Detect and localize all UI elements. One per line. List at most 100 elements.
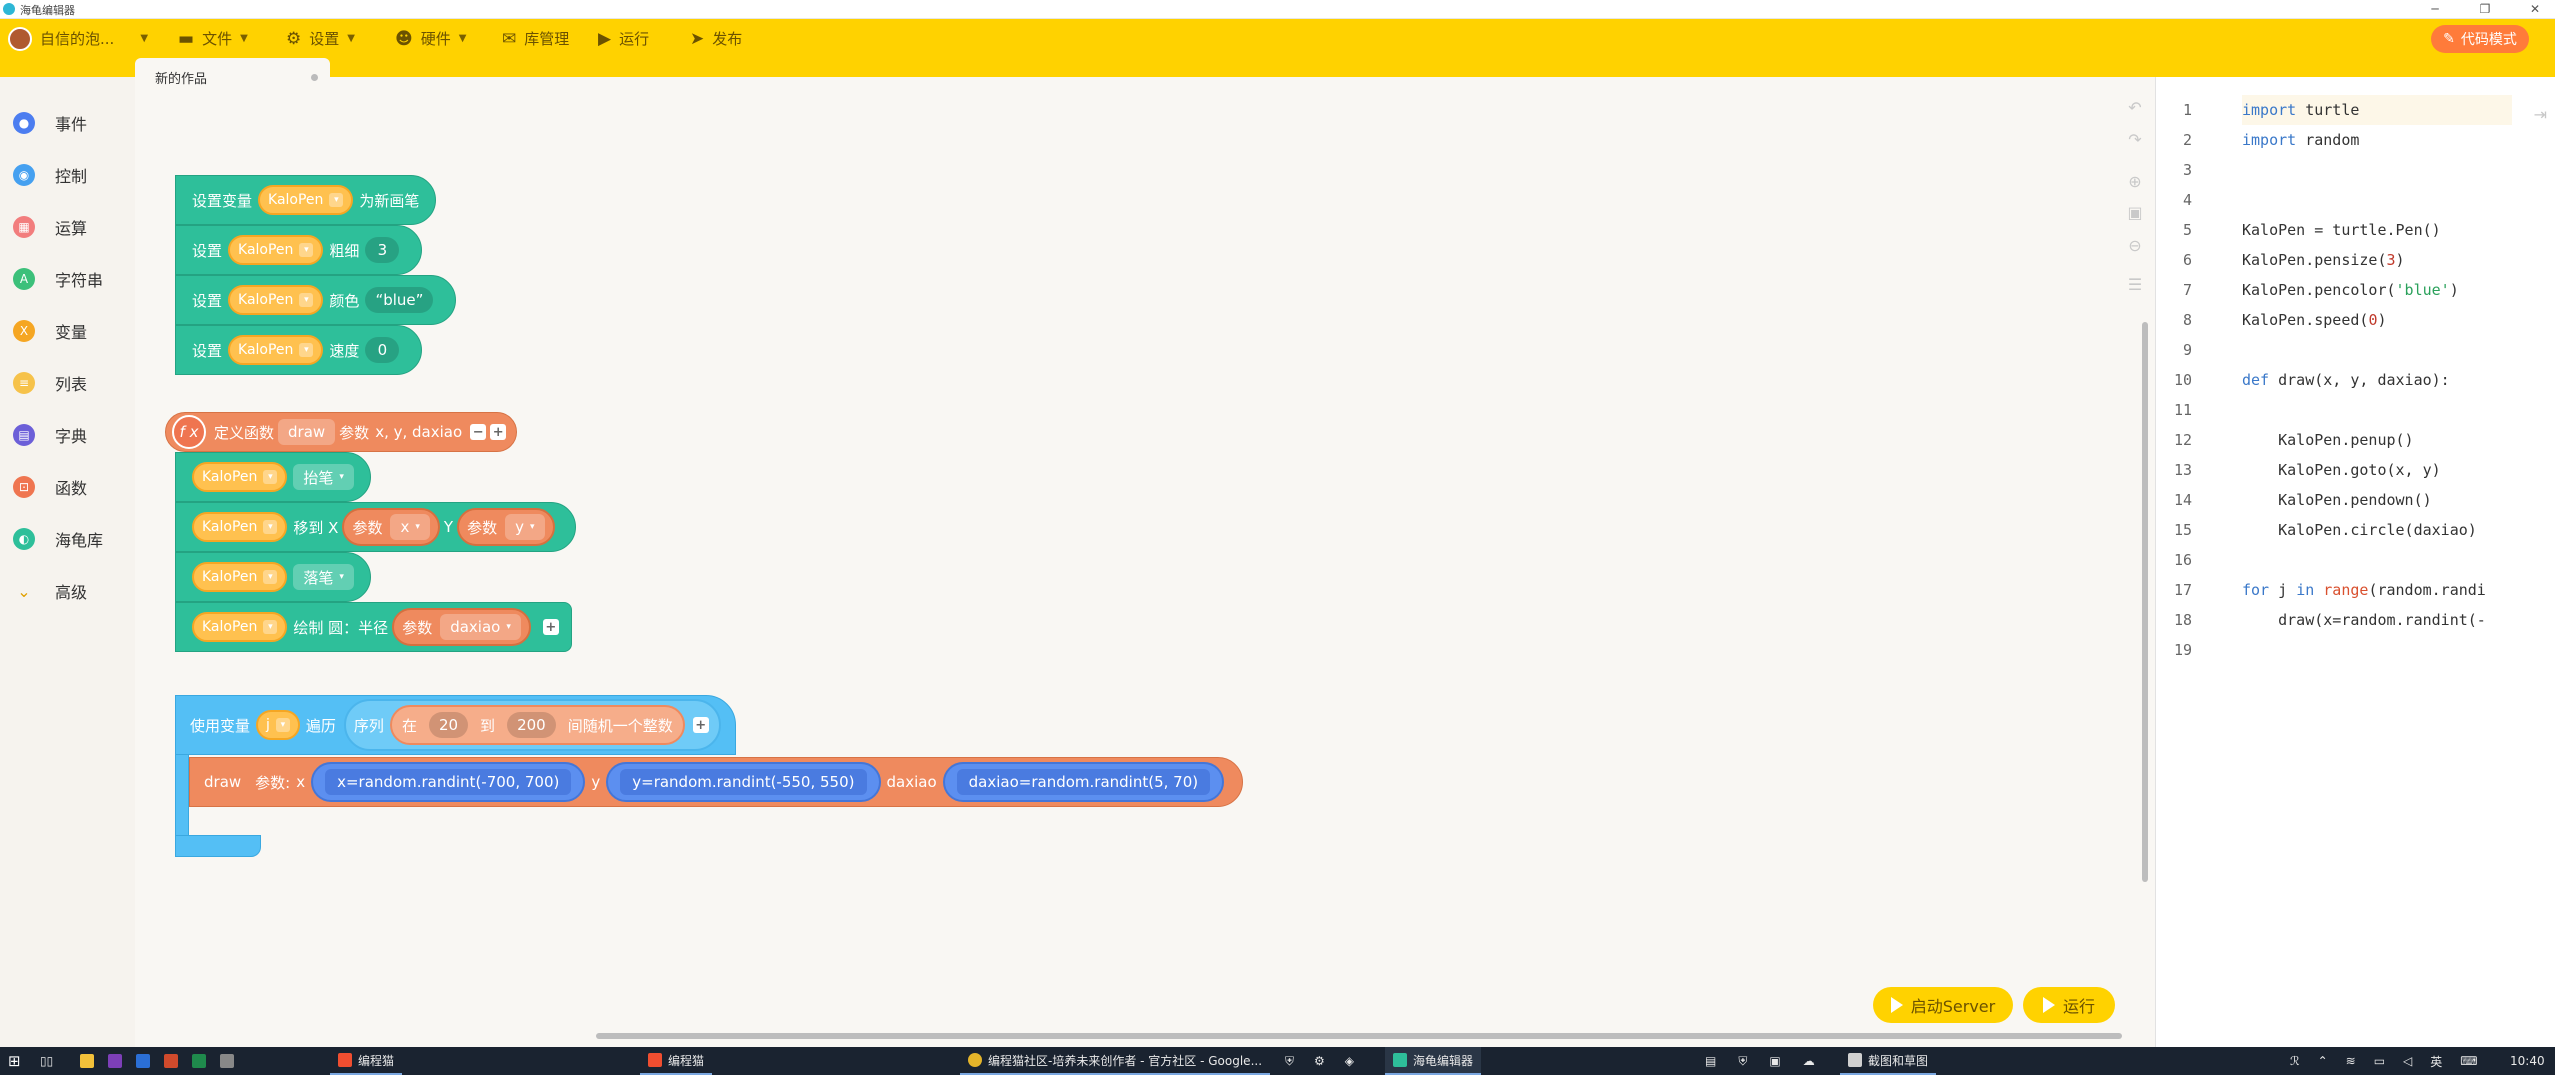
var-dropdown[interactable]: KaloPen ▾ <box>228 235 324 265</box>
function-name-input[interactable]: draw <box>278 419 336 445</box>
number-input[interactable]: 20 <box>428 712 469 738</box>
code-mode-button[interactable]: ✎ 代码模式 <box>2431 25 2529 53</box>
menu-publish[interactable]: ➤ 发布 <box>690 19 742 58</box>
block-for-loop[interactable]: 使用变量 j ▾ 遍历 序列 在 20 到 200 间随机一个整数 + <box>175 695 736 755</box>
taskbar-app-5[interactable]: 截图和草图 <box>1840 1047 1937 1075</box>
block-set-speed[interactable]: 设置 KaloPen ▾ 速度 0 <box>175 325 423 375</box>
taskbar-app-2[interactable]: 编程猫 <box>640 1047 713 1075</box>
volume-icon[interactable]: ◁ <box>2403 1054 2412 1068</box>
param-daxiao[interactable]: 参数 daxiao ▾ <box>392 608 531 646</box>
sidebar-item-string[interactable]: A 字符串 <box>0 253 135 305</box>
var-dropdown[interactable]: KaloPen ▾ <box>228 335 324 365</box>
doc-icon[interactable]: ▤ <box>1705 1054 1716 1068</box>
maximize-button[interactable]: ❐ <box>2465 0 2505 19</box>
user-menu[interactable]: 自信的泡... ▼ <box>40 19 148 58</box>
sequence-block[interactable]: 序列 在 20 到 200 间随机一个整数 + <box>343 699 721 751</box>
person-icon[interactable]: ℛ <box>2290 1054 2300 1068</box>
onenote-icon[interactable] <box>108 1054 122 1068</box>
code-editor[interactable]: ⇥ 1 import turtle 2 import random 3 4 5 KaloPen… <box>2155 77 2555 1047</box>
taskbar-app-3[interactable]: 编程猫社区-培养未来创作者 - 官方社区 - Google... <box>960 1047 1271 1075</box>
app-icon[interactable]: ◈ <box>1345 1054 1354 1068</box>
close-button[interactable]: ✕ <box>2515 0 2555 19</box>
random-int-block[interactable]: 在 20 到 200 间随机一个整数 <box>389 705 685 745</box>
menu-library[interactable]: ✉ 库管理 <box>502 19 569 58</box>
block-define-function[interactable]: f x 定义函数 draw 参数 x, y, daxiao − + <box>165 412 518 452</box>
var-dropdown[interactable]: j ▾ <box>256 710 300 740</box>
menu-file[interactable]: ▬ 文件 ▼ <box>178 19 248 58</box>
block-call-draw[interactable]: draw 参数: x x=random.randint(-700, 700) y… <box>189 757 1244 807</box>
sidebar-item-control[interactable]: ◉ 控制 <box>0 149 135 201</box>
var-dropdown[interactable]: KaloPen ▾ <box>192 612 288 642</box>
block-circle[interactable]: KaloPen ▾ 绘制 圆：半径 参数 daxiao ▾ + <box>175 602 572 652</box>
sidebar-item-list[interactable]: ≡ 列表 <box>0 357 135 409</box>
var-dropdown[interactable]: KaloPen ▾ <box>258 185 354 215</box>
code-line[interactable]: KaloPen.pencolor('blue') <box>2242 281 2459 299</box>
word-icon[interactable] <box>136 1054 150 1068</box>
var-dropdown[interactable]: KaloPen ▾ <box>192 462 288 492</box>
code-line[interactable]: draw(x=random.randint(- <box>2242 611 2486 629</box>
arg-y[interactable]: y=random.randint(-550, 550) <box>606 762 881 802</box>
param-x[interactable]: 参数 x ▾ <box>342 508 440 546</box>
param-y[interactable]: 参数 y ▾ <box>457 508 555 546</box>
sidebar-item-dict[interactable]: ▤ 字典 <box>0 409 135 461</box>
var-dropdown[interactable]: KaloPen ▾ <box>192 562 288 592</box>
clock[interactable]: 10:40 <box>2510 1047 2545 1075</box>
sidebar-item-operators[interactable]: ▦ 运算 <box>0 201 135 253</box>
cloud-icon[interactable]: ☁ <box>1803 1054 1815 1068</box>
code-line[interactable]: KaloPen = turtle.Pen() <box>2242 221 2441 239</box>
sidebar-item-events[interactable]: ● 事件 <box>0 97 135 149</box>
zoom-out-icon[interactable]: ⊖ <box>2125 236 2145 256</box>
bag-icon[interactable]: ▣ <box>1769 1054 1780 1068</box>
code-line[interactable]: for j in range(random.randi <box>2242 581 2486 599</box>
shield-icon[interactable]: ⛨ <box>1738 1054 1747 1069</box>
run-button[interactable]: 运行 <box>2023 987 2115 1023</box>
battery-icon[interactable]: ▭ <box>2374 1054 2385 1068</box>
code-line[interactable]: import random <box>2242 131 2359 149</box>
var-dropdown[interactable]: KaloPen ▾ <box>228 285 324 315</box>
calculator-icon[interactable] <box>220 1054 234 1068</box>
chevron-up-icon[interactable]: ⌃ <box>2318 1054 2328 1068</box>
sidebar-item-variables[interactable]: X 变量 <box>0 305 135 357</box>
user-avatar[interactable] <box>8 27 32 51</box>
number-input[interactable]: 0 <box>365 337 400 363</box>
action-dropdown[interactable]: 落笔 ▾ <box>293 564 354 590</box>
powerpoint-icon[interactable] <box>164 1054 178 1068</box>
redo-icon[interactable]: ↷ <box>2125 130 2145 150</box>
arg-x[interactable]: x=random.randint(-700, 700) <box>311 762 586 802</box>
code-line[interactable]: KaloPen.circle(daxiao) <box>2242 521 2477 539</box>
number-input[interactable]: 200 <box>507 712 556 738</box>
gear-icon[interactable]: ⚙ <box>1314 1054 1325 1068</box>
explorer-icon[interactable] <box>80 1054 94 1068</box>
param-dropdown[interactable]: x ▾ <box>390 514 430 540</box>
code-line[interactable]: KaloPen.speed(0) <box>2242 311 2387 329</box>
shield-icon[interactable]: ⛨ <box>1285 1054 1294 1069</box>
var-dropdown[interactable]: KaloPen ▾ <box>192 512 288 542</box>
plus-icon[interactable]: + <box>692 717 709 733</box>
block-set-pensize[interactable]: 设置 KaloPen ▾ 粗细 3 <box>175 225 423 275</box>
code-line[interactable]: KaloPen.penup() <box>2242 431 2413 449</box>
minus-icon[interactable]: − <box>470 424 487 440</box>
fit-icon[interactable]: ▣ <box>2125 203 2145 223</box>
param-dropdown[interactable]: y ▾ <box>505 514 545 540</box>
menu-hardware[interactable]: ☻ 硬件 ▼ <box>395 19 466 58</box>
task-view-icon[interactable]: ▯▯ <box>40 1047 53 1075</box>
sidebar-item-function[interactable]: ⊡ 函数 <box>0 461 135 513</box>
menu-run[interactable]: ▶ 运行 <box>598 19 649 58</box>
undo-icon[interactable]: ↶ <box>2125 98 2145 118</box>
menu-settings[interactable]: ⚙ 设置 ▼ <box>286 19 355 58</box>
keyboard-icon[interactable]: ⌨ <box>2460 1054 2477 1068</box>
arg-daxiao[interactable]: daxiao=random.randint(5, 70) <box>942 762 1225 802</box>
excel-icon[interactable] <box>192 1054 206 1068</box>
code-line[interactable]: def draw(x, y, daxiao): <box>2242 371 2450 389</box>
taskbar-app-1[interactable]: 编程猫 <box>330 1047 403 1075</box>
block-workspace[interactable]: 设置变量 KaloPen ▾ 为新画笔 设置 KaloPen ▾ 粗细 3 设置 K… <box>135 77 2155 1047</box>
start-icon[interactable]: ⊞ <box>8 1047 21 1075</box>
code-line[interactable]: import turtle <box>2242 101 2359 119</box>
block-set-variable[interactable]: 设置变量 KaloPen ▾ 为新画笔 <box>175 175 437 225</box>
horizontal-scrollbar[interactable] <box>596 1033 2122 1039</box>
plus-icon[interactable]: + <box>490 424 507 440</box>
block-set-pencolor[interactable]: 设置 KaloPen ▾ 颜色 “blue” <box>175 275 457 325</box>
wifi-icon[interactable]: ≋ <box>2346 1054 2356 1068</box>
param-dropdown[interactable]: daxiao ▾ <box>440 614 521 640</box>
input-language[interactable]: 英 <box>2430 1053 2442 1070</box>
